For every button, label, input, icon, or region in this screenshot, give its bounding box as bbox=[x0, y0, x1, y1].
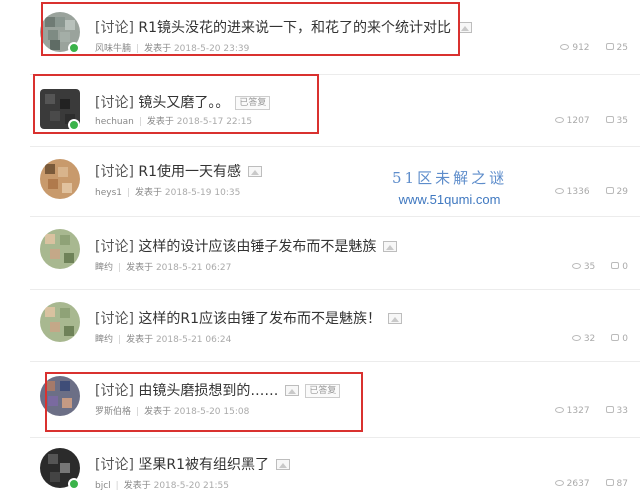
thread-stats: 1207 35 bbox=[554, 116, 628, 126]
thread-meta: 风味牛腩 | 发表于 2018-5-20 23:39 bbox=[95, 44, 250, 54]
image-attachment-icon bbox=[383, 241, 398, 252]
view-count: 1327 bbox=[566, 406, 590, 416]
site-watermark: 51区未解之谜 www.51qumi.com bbox=[392, 167, 507, 207]
comment-icon bbox=[611, 262, 620, 269]
reply-count: 0 bbox=[622, 334, 628, 344]
comment-icon bbox=[605, 406, 614, 413]
eye-icon bbox=[571, 335, 581, 341]
view-count: 35 bbox=[583, 262, 596, 272]
thread-meta: hechuan | 发表于 2018-5-17 22:15 bbox=[95, 117, 253, 127]
thread-title[interactable]: [讨论] R1使用一天有感 bbox=[95, 161, 263, 181]
view-count: 1207 bbox=[566, 116, 590, 126]
thread-row[interactable]: [讨论] 这样的R1应该由锤了发布而不是魅族！ 睥约 | 发表于 2018-5-21… bbox=[0, 290, 640, 362]
thread-meta: 睥约 | 发表于 2018-5-21 06:24 bbox=[95, 335, 232, 345]
comment-icon bbox=[605, 187, 614, 194]
user-avatar-icon[interactable] bbox=[40, 302, 80, 342]
thread-row[interactable]: [讨论] 坚果R1被有组织黑了 bjcl | 发表于 2018-5-20 21:55… bbox=[0, 438, 640, 495]
online-status-icon bbox=[68, 42, 80, 54]
watermark-site-name: 51区未解之谜 bbox=[392, 169, 508, 187]
comment-icon bbox=[611, 334, 620, 341]
thread-stats: 35 0 bbox=[571, 262, 628, 272]
thread-meta: 罗斯伯格 | 发表于 2018-5-20 15:08 bbox=[95, 407, 250, 417]
thread-title[interactable]: [讨论] 这样的设计应该由锤子发布而不是魅族 bbox=[95, 236, 398, 256]
thread-stats: 32 0 bbox=[571, 334, 628, 344]
image-attachment-icon bbox=[285, 385, 300, 396]
thread-row[interactable]: [讨论] 由镜头磨损想到的…… 已答复 罗斯伯格 | 发表于 2018-5-20 15… bbox=[0, 362, 640, 438]
reply-count: 0 bbox=[622, 262, 628, 272]
comment-icon bbox=[605, 43, 614, 50]
thread-stats: 2637 87 bbox=[554, 479, 628, 489]
author-name[interactable]: heys1 bbox=[95, 188, 122, 198]
reply-count: 29 bbox=[616, 187, 628, 197]
user-avatar-icon[interactable] bbox=[40, 159, 80, 199]
thread-title[interactable]: [讨论] 由镜头磨损想到的…… 已答复 bbox=[95, 380, 341, 400]
thread-stats: 1336 29 bbox=[554, 187, 628, 197]
eye-icon bbox=[554, 117, 564, 123]
watermark-url: www.51qumi.com bbox=[398, 192, 501, 207]
view-count: 1336 bbox=[566, 187, 590, 197]
reply-count: 25 bbox=[616, 43, 628, 53]
view-count: 912 bbox=[572, 43, 590, 53]
thread-title[interactable]: [讨论] 镜头又磨了。。 已答复 bbox=[95, 92, 271, 112]
answered-badge: 已答复 bbox=[235, 96, 271, 110]
eye-icon bbox=[554, 407, 564, 413]
view-count: 32 bbox=[583, 334, 596, 344]
author-name[interactable]: 风味牛腩 bbox=[95, 44, 131, 54]
thread-title[interactable]: [讨论] 这样的R1应该由锤了发布而不是魅族！ bbox=[95, 308, 403, 328]
image-attachment-icon bbox=[248, 166, 263, 177]
author-name[interactable]: 睥约 bbox=[95, 335, 113, 345]
thread-title[interactable]: [讨论] 坚果R1被有组织黑了 bbox=[95, 454, 291, 474]
thread-row[interactable]: [讨论] 这样的设计应该由锤子发布而不是魅族 睥约 | 发表于 2018-5-21 … bbox=[0, 217, 640, 290]
author-name[interactable]: 睥约 bbox=[95, 263, 113, 273]
reply-count: 33 bbox=[616, 406, 628, 416]
reply-count: 87 bbox=[616, 479, 628, 489]
comment-icon bbox=[605, 116, 614, 123]
image-attachment-icon bbox=[458, 22, 473, 33]
author-name[interactable]: bjcl bbox=[95, 481, 111, 491]
thread-title[interactable]: [讨论] R1镜头没花的进来说一下，和花了的来个统计对比 bbox=[95, 17, 473, 37]
thread-meta: 睥约 | 发表于 2018-5-21 06:27 bbox=[95, 263, 232, 273]
image-attachment-icon bbox=[388, 313, 403, 324]
answered-badge: 已答复 bbox=[305, 384, 341, 398]
thread-meta: heys1 | 发表于 2018-5-19 10:35 bbox=[95, 188, 241, 198]
online-status-icon bbox=[68, 119, 80, 131]
thread-row[interactable]: [讨论] R1使用一天有感 heys1 | 发表于 2018-5-19 10:35 … bbox=[0, 147, 640, 217]
user-avatar-icon[interactable] bbox=[40, 376, 80, 416]
thread-row[interactable]: [讨论] R1镜头没花的进来说一下，和花了的来个统计对比 风味牛腩 | 发表于 20… bbox=[0, 0, 640, 75]
thread-stats: 1327 33 bbox=[554, 406, 628, 416]
user-avatar-icon[interactable] bbox=[40, 229, 80, 269]
thread-meta: bjcl | 发表于 2018-5-20 21:55 bbox=[95, 481, 229, 491]
author-name[interactable]: 罗斯伯格 bbox=[95, 407, 131, 417]
thread-row[interactable]: [讨论] 镜头又磨了。。 已答复 hechuan | 发表于 2018-5-17 22… bbox=[0, 75, 640, 147]
image-attachment-icon bbox=[276, 459, 291, 470]
eye-icon bbox=[560, 44, 570, 50]
comment-icon bbox=[605, 479, 614, 486]
author-name[interactable]: hechuan bbox=[95, 117, 134, 127]
reply-count: 35 bbox=[616, 116, 628, 126]
thread-stats: 912 25 bbox=[560, 43, 628, 53]
eye-icon bbox=[554, 480, 564, 486]
view-count: 2637 bbox=[566, 479, 590, 489]
eye-icon bbox=[554, 188, 564, 194]
online-status-icon bbox=[68, 478, 80, 490]
thread-list: [讨论] R1镜头没花的进来说一下，和花了的来个统计对比 风味牛腩 | 发表于 20… bbox=[0, 0, 640, 495]
eye-icon bbox=[571, 263, 581, 269]
